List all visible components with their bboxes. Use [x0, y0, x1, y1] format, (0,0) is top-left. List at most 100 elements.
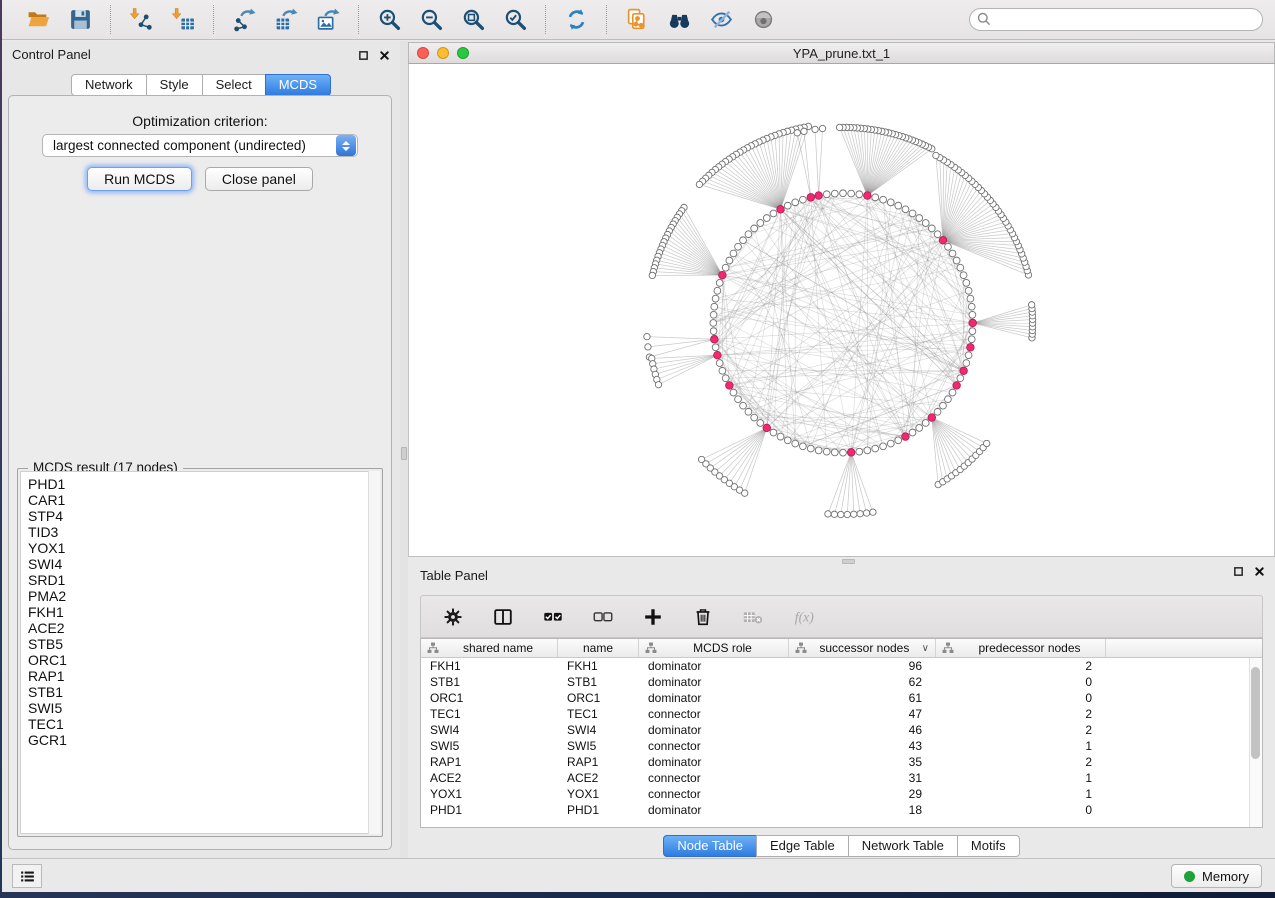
table-cell[interactable]: YOX1 — [558, 786, 639, 802]
table-tab-motifs[interactable]: Motifs — [957, 835, 1020, 857]
mcds-network-node[interactable] — [719, 271, 727, 279]
network-node[interactable] — [831, 511, 837, 517]
network-node[interactable] — [819, 125, 825, 131]
table-scrollbar[interactable] — [1249, 658, 1262, 827]
horizontal-splitter-grip[interactable] — [842, 559, 855, 564]
mcds-result-item[interactable]: TID3 — [28, 524, 379, 540]
network-node[interactable] — [712, 344, 719, 351]
table-cell[interactable]: RAP1 — [421, 754, 558, 770]
network-node[interactable] — [909, 429, 916, 436]
network-node[interactable] — [968, 336, 975, 343]
network-node[interactable] — [823, 191, 830, 198]
network-node[interactable] — [872, 445, 879, 452]
zoom-out-button[interactable] — [417, 6, 445, 34]
table-cell[interactable]: connector — [639, 770, 789, 786]
network-node[interactable] — [848, 190, 855, 197]
mcds-result-item[interactable]: SWI4 — [28, 556, 379, 572]
table-cell[interactable]: 0 — [936, 674, 1106, 690]
network-node[interactable] — [968, 303, 975, 310]
table-cell[interactable]: 61 — [789, 690, 936, 706]
network-node[interactable] — [949, 250, 956, 257]
table-cell[interactable]: SWI4 — [421, 722, 558, 738]
network-node[interactable] — [840, 190, 847, 197]
mcds-result-item[interactable]: STB5 — [28, 636, 379, 652]
table-row[interactable]: STB1STB1dominator620 — [421, 674, 1262, 690]
network-node[interactable] — [726, 257, 733, 264]
network-node[interactable] — [784, 202, 791, 209]
open-file-button[interactable] — [24, 6, 52, 34]
network-node[interactable] — [857, 511, 863, 517]
network-node[interactable] — [799, 443, 806, 450]
column-header-MCDS-role[interactable]: MCDS role — [639, 639, 789, 657]
run-mcds-button[interactable]: Run MCDS — [87, 167, 192, 191]
network-node[interactable] — [714, 287, 721, 294]
table-row[interactable]: SWI4SWI4dominator462 — [421, 722, 1262, 738]
table-cell[interactable]: 47 — [789, 706, 936, 722]
mcds-network-node[interactable] — [777, 206, 785, 214]
network-node[interactable] — [965, 287, 972, 294]
network-node[interactable] — [730, 389, 737, 396]
mcds-result-item[interactable]: YOX1 — [28, 540, 379, 556]
table-cell[interactable]: 35 — [789, 754, 936, 770]
network-node[interactable] — [812, 126, 818, 132]
table-cell[interactable]: dominator — [639, 754, 789, 770]
column-header-predecessor-nodes[interactable]: predecessor nodes — [936, 639, 1106, 657]
table-cell[interactable]: RAP1 — [558, 754, 639, 770]
table-cell[interactable]: STB1 — [558, 674, 639, 690]
network-node[interactable] — [887, 440, 894, 447]
export-network-button[interactable] — [230, 6, 258, 34]
network-node[interactable] — [851, 511, 857, 517]
table-cell[interactable]: 0 — [936, 690, 1106, 706]
network-node[interactable] — [838, 511, 844, 517]
mcds-list-scrollbar[interactable] — [368, 471, 380, 834]
network-node[interactable] — [856, 191, 863, 198]
network-node[interactable] — [864, 447, 871, 454]
mcds-result-item[interactable]: PHD1 — [28, 476, 379, 492]
table-row[interactable]: PHD1PHD1dominator180 — [421, 802, 1262, 818]
network-node[interactable] — [745, 408, 752, 415]
mcds-network-node[interactable] — [967, 344, 975, 352]
network-node[interactable] — [711, 303, 718, 310]
network-node[interactable] — [719, 367, 726, 374]
table-cell[interactable]: 2 — [936, 658, 1106, 674]
table-cell[interactable]: dominator — [639, 722, 789, 738]
table-cell[interactable]: 1 — [936, 770, 1106, 786]
network-node[interactable] — [815, 447, 822, 454]
mcds-result-list[interactable]: PHD1CAR1STP4TID3YOX1SWI4SRD1PMA2FKH1ACE2… — [20, 471, 380, 834]
table-cell[interactable]: 96 — [789, 658, 936, 674]
network-node[interactable] — [757, 420, 764, 427]
table-cell[interactable]: SWI5 — [421, 738, 558, 754]
network-node[interactable] — [969, 311, 976, 318]
table-scrollbar-thumb[interactable] — [1251, 667, 1260, 759]
network-node[interactable] — [710, 311, 717, 318]
vertical-splitter[interactable] — [400, 41, 408, 858]
mcds-result-item[interactable]: STP4 — [28, 508, 379, 524]
table-cell[interactable]: dominator — [639, 802, 789, 818]
tab-select[interactable]: Select — [202, 74, 266, 96]
mcds-result-item[interactable]: ACE2 — [28, 620, 379, 636]
export-image-button[interactable] — [314, 6, 342, 34]
network-node[interactable] — [794, 130, 800, 136]
mcds-result-item[interactable]: TEC1 — [28, 716, 379, 732]
network-node[interactable] — [922, 220, 929, 227]
mcds-network-node[interactable] — [711, 335, 719, 343]
zoom-in-button[interactable] — [375, 6, 403, 34]
column-header-name[interactable]: name — [558, 639, 639, 657]
table-cell[interactable]: dominator — [639, 658, 789, 674]
table-row[interactable]: FKH1FKH1dominator962 — [421, 658, 1262, 674]
network-node[interactable] — [807, 445, 814, 452]
zoom-fit-button[interactable] — [459, 6, 487, 34]
column-header-shared-name[interactable]: shared name — [421, 639, 558, 657]
table-cell[interactable]: ORC1 — [558, 690, 639, 706]
network-node[interactable] — [716, 360, 723, 367]
close-panel-button[interactable]: Close panel — [205, 167, 313, 191]
mcds-network-node[interactable] — [864, 192, 872, 200]
table-cell[interactable]: SWI5 — [558, 738, 639, 754]
float-panel-icon[interactable] — [358, 50, 369, 61]
first-neighbors-button[interactable] — [665, 6, 693, 34]
float-table-panel-icon[interactable] — [1233, 566, 1244, 577]
table-cell[interactable]: dominator — [639, 674, 789, 690]
mcds-result-item[interactable]: STB1 — [28, 684, 379, 700]
network-node[interactable] — [710, 328, 717, 335]
table-cell[interactable]: 0 — [936, 802, 1106, 818]
